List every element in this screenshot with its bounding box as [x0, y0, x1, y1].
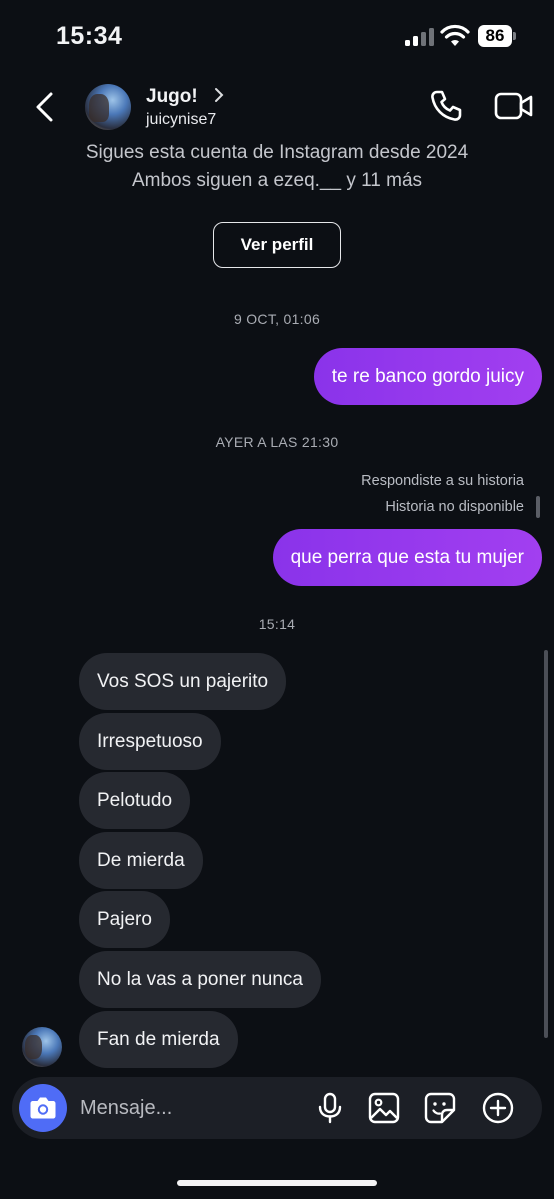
- message-composer: [12, 1077, 542, 1139]
- phone-icon[interactable]: [428, 88, 464, 124]
- incoming-message[interactable]: Fan de mierda: [79, 1011, 238, 1068]
- incoming-message[interactable]: Pajero: [79, 891, 170, 948]
- battery-indicator: 86: [478, 25, 512, 47]
- scrollbar[interactable]: [544, 650, 548, 1038]
- contact-handle[interactable]: juicynise7: [146, 111, 216, 129]
- avatar[interactable]: [85, 84, 131, 130]
- timestamp: AYER A LAS 21:30: [215, 434, 339, 450]
- sender-avatar[interactable]: [22, 1027, 62, 1067]
- camera-icon: [30, 1097, 56, 1119]
- signal-icon: [405, 28, 435, 46]
- incoming-message[interactable]: Vos SOS un pajerito: [79, 653, 287, 710]
- outgoing-message[interactable]: te re banco gordo juicy: [313, 348, 542, 405]
- image-icon[interactable]: [367, 1091, 401, 1125]
- incoming-message[interactable]: Pelotudo: [79, 772, 191, 829]
- home-indicator[interactable]: [177, 1180, 377, 1186]
- incoming-message[interactable]: De mierda: [79, 832, 203, 889]
- story-unavailable-label: Historia no disponible: [385, 499, 524, 515]
- timestamp: 9 OCT, 01:06: [233, 311, 321, 327]
- contact-name[interactable]: Jugo!: [146, 86, 198, 108]
- mutual-followers-text: Ambos siguen a ezeq.__ y 11 más: [131, 170, 423, 191]
- chevron-right-icon[interactable]: [212, 86, 226, 104]
- incoming-message[interactable]: No la vas a poner nunca: [79, 951, 321, 1008]
- status-bar: 15:34 86: [0, 0, 554, 72]
- story-reply-note: Respondiste a su historia: [361, 473, 524, 489]
- video-icon[interactable]: [494, 90, 534, 122]
- microphone-icon[interactable]: [313, 1091, 347, 1125]
- status-time: 15:34: [56, 22, 123, 50]
- chat-header: Jugo! juicynise7: [0, 72, 554, 142]
- back-icon[interactable]: [30, 90, 60, 124]
- plus-icon[interactable]: [481, 1091, 515, 1125]
- outgoing-message[interactable]: que perra que esta tu mujer: [272, 529, 542, 586]
- incoming-message[interactable]: Irrespetuoso: [79, 713, 221, 770]
- wifi-icon: [440, 24, 470, 46]
- battery-tip: [513, 32, 516, 40]
- message-input[interactable]: [80, 1091, 300, 1125]
- timestamp: 15:14: [258, 616, 296, 632]
- view-profile-button[interactable]: Ver perfil: [213, 222, 341, 268]
- camera-button[interactable]: [19, 1084, 67, 1132]
- reply-bar: [536, 496, 540, 518]
- sticker-icon[interactable]: [423, 1091, 457, 1125]
- follow-since-text: Sigues esta cuenta de Instagram desde 20…: [85, 142, 469, 163]
